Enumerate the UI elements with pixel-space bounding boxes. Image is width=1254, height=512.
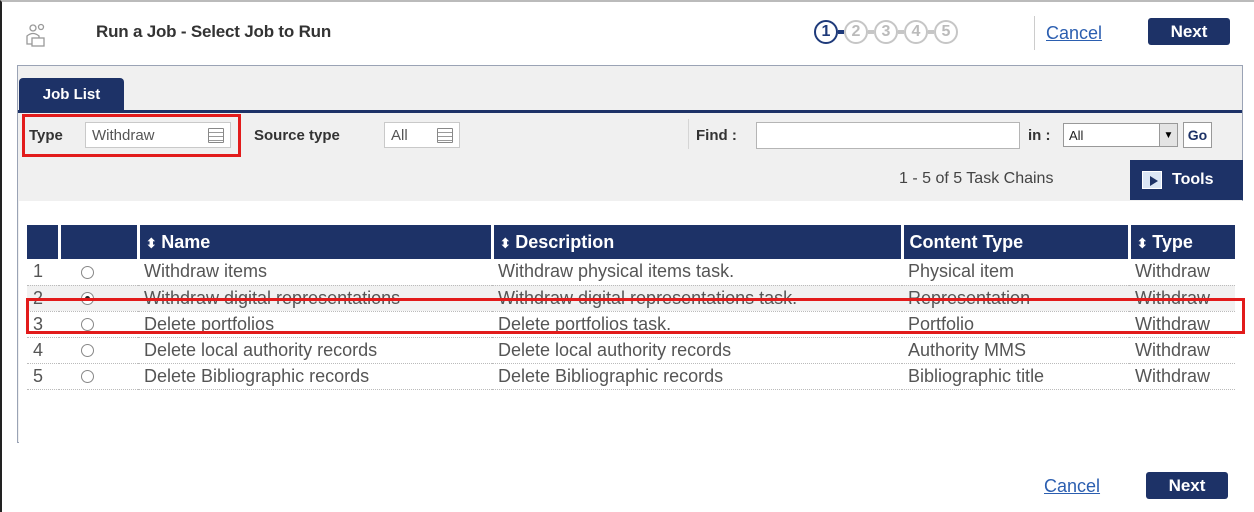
table-row[interactable]: 4 Delete local authority records Delete lo… [27,337,1235,364]
row-radio [59,363,138,390]
find-label: Find : [696,127,737,144]
cancel-link[interactable]: Cancel [1046,23,1102,44]
column-header-select [59,225,140,259]
wizard-header: Run a Job - Select Job to Run 1 2 3 4 5 … [2,2,1254,64]
tools-button[interactable]: Tools [1130,160,1243,200]
source-type-select[interactable]: All [384,122,460,148]
radio-button[interactable] [81,344,94,358]
row-content-type: Physical item [902,259,1129,286]
list-icon [437,128,453,143]
row-type: Withdraw [1129,259,1235,286]
divider [1034,16,1035,50]
row-type: Withdraw [1129,363,1235,390]
row-name: Withdraw items [138,259,492,286]
row-description: Delete Bibliographic records [492,363,902,390]
row-description: Delete local authority records [492,337,902,364]
in-scope-value: All [1069,127,1084,143]
tools-label: Tools [1172,171,1214,188]
type-highlight-box [22,114,241,157]
column-header-name[interactable]: ⬍ Name [138,225,494,259]
tools-icon [1142,171,1162,189]
result-count: 1 - 5 of 5 Task Chains [899,170,1054,187]
row-radio [59,259,138,286]
table-area: ⬍ Name ⬍ Description Content Type ⬍ Type 1W… [19,201,1245,443]
radio-button[interactable] [81,266,94,279]
step-1: 1 [814,20,838,44]
step-4: 4 [904,20,928,44]
column-label: Name [161,231,211,252]
row-number: 1 [27,259,59,286]
dropdown-arrow-icon[interactable]: ▼ [1159,124,1177,146]
row-radio [59,337,138,364]
row-number: 5 [27,363,59,390]
table-header-row: ⬍ Name ⬍ Description Content Type ⬍ Type [27,225,1235,259]
row-number: 4 [27,337,59,364]
row-type: Withdraw [1129,337,1235,364]
divider [688,119,689,149]
sort-icon: ⬍ [499,234,512,251]
in-label: in : [1028,127,1051,144]
column-label: Content Type [909,231,1024,252]
column-header-description[interactable]: ⬍ Description [492,225,904,259]
in-scope-select[interactable]: All ▼ [1063,123,1178,147]
row-content-type: Authority MMS [902,337,1129,364]
find-input[interactable] [756,122,1020,149]
job-people-icon [26,23,45,47]
source-type-value: All [391,126,408,144]
go-button[interactable]: Go [1183,122,1212,148]
row-name: Delete Bibliographic records [138,363,492,390]
column-label: Description [515,231,615,252]
tab-job-list[interactable]: Job List [19,78,124,110]
tab-underline [18,110,1242,113]
row-name: Delete local authority records [138,337,492,364]
table-row[interactable]: 5 Delete Bibliographic records Delete Bibl… [27,363,1235,390]
job-list-panel: Job List Type Withdraw Source type All F… [17,65,1245,443]
row-description: Withdraw physical items task. [492,259,902,286]
step-3: 3 [874,20,898,44]
step-5: 5 [934,20,958,44]
column-header-type[interactable]: ⬍ Type [1129,225,1235,259]
next-button[interactable]: Next [1148,18,1230,45]
column-header-number [27,225,61,259]
column-header-content-type[interactable]: Content Type [902,225,1131,259]
page-title: Run a Job - Select Job to Run [96,22,332,41]
radio-button[interactable] [81,370,94,384]
next-button[interactable]: Next [1146,472,1228,499]
sort-icon: ⬍ [1136,234,1149,251]
cancel-link[interactable]: Cancel [1044,476,1100,497]
sort-icon: ⬍ [145,234,158,251]
table-row[interactable]: 1 Withdraw items Withdraw physical items t… [27,259,1235,286]
wizard-steps: 1 2 3 4 5 [814,18,958,46]
column-label: Type [1152,231,1193,252]
source-type-label: Source type [254,127,340,144]
selected-row-highlight-box [26,298,1245,334]
step-2: 2 [844,20,868,44]
row-content-type: Bibliographic title [902,363,1129,390]
